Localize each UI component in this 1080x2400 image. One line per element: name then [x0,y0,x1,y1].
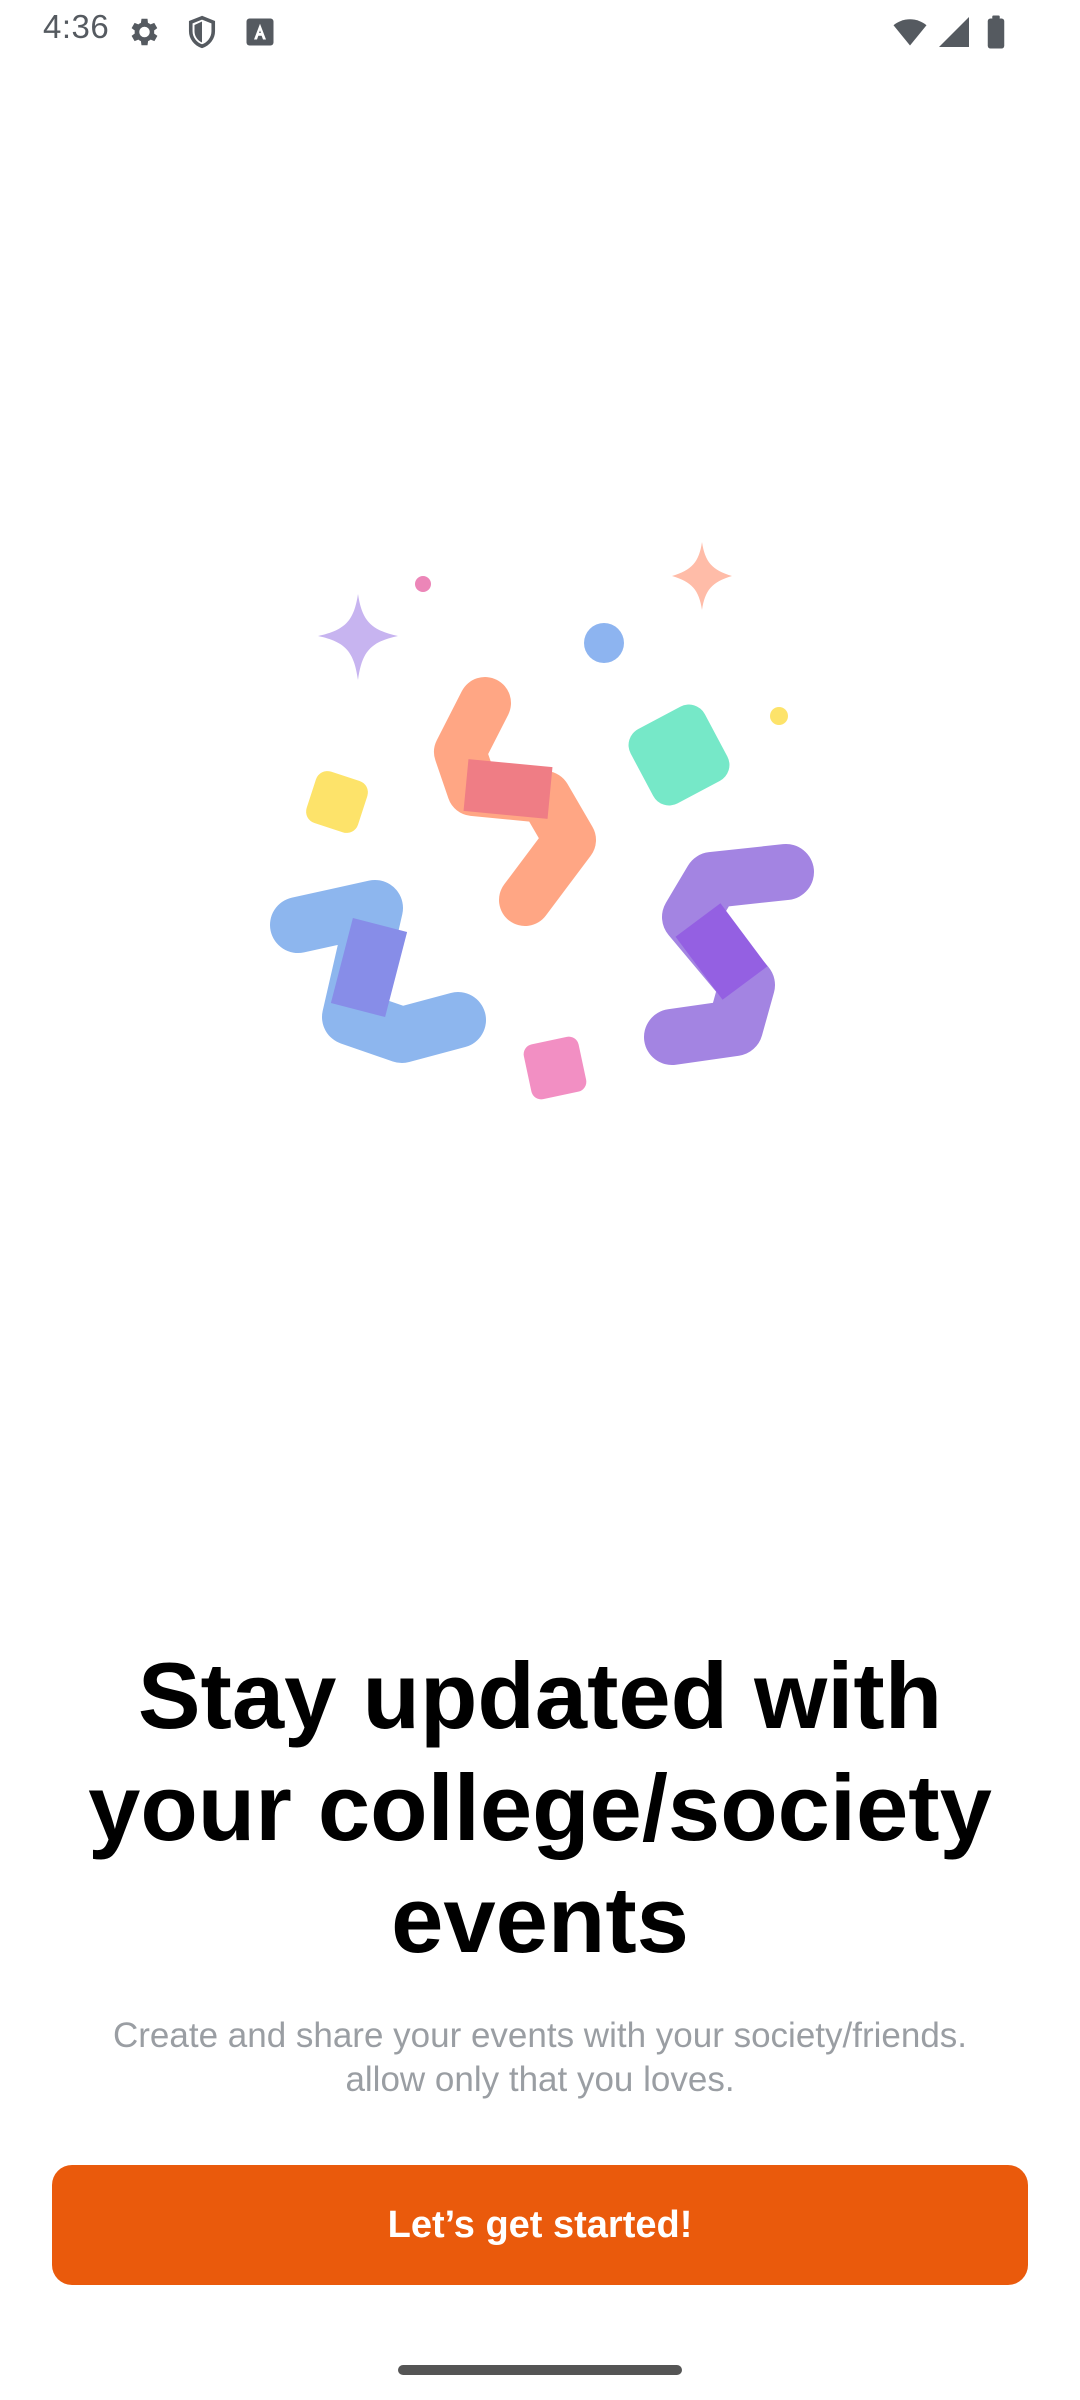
gesture-nav-handle[interactable] [398,2365,682,2375]
pink-dot [415,576,431,592]
confetti-illustration [270,542,814,1100]
coral-ribbon [434,677,596,926]
get-started-button[interactable]: Let’s get started! [52,2165,1028,2285]
blue-dot [584,623,624,663]
battery-icon [987,15,1005,49]
shield-icon [188,15,216,49]
yellow-square [306,771,368,833]
signal-icon [939,17,969,47]
status-bar: 4:36 [0,0,1080,64]
title-line: your college/society [88,1755,992,1860]
pink-square [523,1036,587,1100]
status-time: 4:36 [43,8,110,45]
title-line: events [391,1867,689,1972]
gear-icon [131,18,158,46]
yellow-dot [770,707,788,725]
blue-ribbon [270,880,486,1063]
subtitle-line: allow only that you loves. [345,2060,735,2099]
wifi-icon [893,19,927,46]
subtitle-line: Create and share your events with your s… [112,2016,968,2055]
purple-sparkle-icon [318,594,398,680]
onboarding-subtitle: Create and share your events with your s… [60,2014,1020,2102]
onboarding-title: Stay updated with your college/society e… [60,1640,1020,1976]
purple-ribbon [644,844,814,1065]
text-a-icon [246,18,274,46]
peach-sparkle-icon [672,542,732,610]
title-line: Stay updated with [137,1643,943,1748]
green-square [628,704,730,806]
